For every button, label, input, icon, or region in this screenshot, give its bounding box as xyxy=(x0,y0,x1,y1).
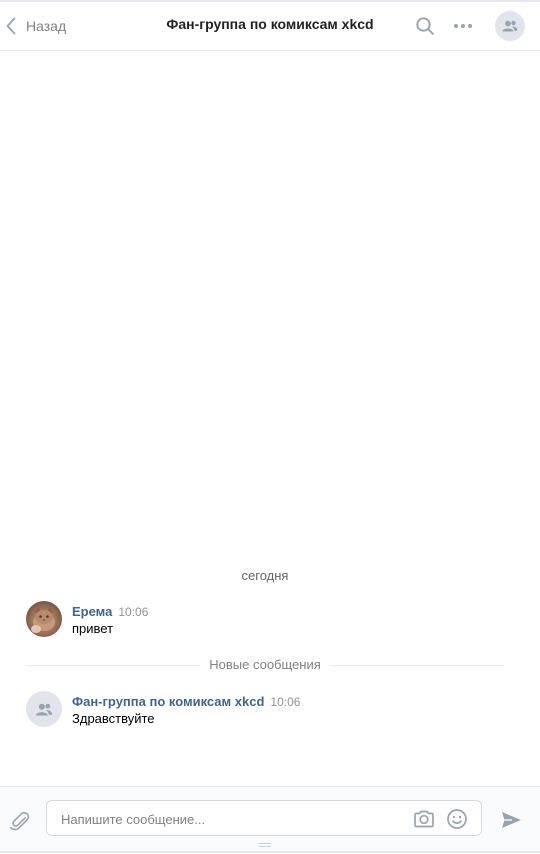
divider-line xyxy=(330,665,504,666)
group-icon xyxy=(35,703,53,715)
chevron-left-icon xyxy=(6,17,16,35)
search-button[interactable] xyxy=(413,14,437,38)
new-messages-divider: Новые сообщения xyxy=(26,657,504,673)
divider-line xyxy=(26,665,200,666)
camera-button[interactable] xyxy=(412,807,436,831)
back-label: Назад xyxy=(26,18,67,34)
more-icon xyxy=(454,24,472,28)
send-button[interactable] xyxy=(499,808,523,832)
emoji-button[interactable] xyxy=(445,807,469,831)
send-icon xyxy=(502,812,521,828)
camera-icon xyxy=(414,810,434,828)
resize-handle[interactable] xyxy=(259,843,271,849)
message-author[interactable]: Фан-группа по комиксам xkcd 10:06 xyxy=(72,694,300,709)
message-text: Здравствуйте xyxy=(72,711,155,726)
message-input[interactable] xyxy=(59,809,403,829)
search-icon xyxy=(416,17,434,35)
attach-button[interactable] xyxy=(8,809,32,833)
message-input-box[interactable] xyxy=(46,800,482,836)
chat-avatar[interactable] xyxy=(495,11,525,41)
author-name[interactable]: Ерема xyxy=(72,604,112,619)
new-messages-label: Новые сообщения xyxy=(209,657,321,672)
message-time[interactable]: 10:06 xyxy=(118,605,148,619)
message-composer xyxy=(0,786,540,854)
smile-icon xyxy=(447,809,467,829)
group-icon xyxy=(502,20,518,32)
cat-avatar-image xyxy=(26,601,62,637)
chat-title: Фан-группа по комиксам xkcd xyxy=(166,16,374,32)
author-avatar[interactable] xyxy=(26,601,62,637)
author-name[interactable]: Фан-группа по комиксам xkcd xyxy=(72,694,264,709)
more-button[interactable] xyxy=(451,14,475,38)
author-avatar[interactable] xyxy=(26,691,62,727)
message-author[interactable]: Ерема 10:06 xyxy=(72,604,148,619)
chat-header: Назад Фан-группа по комиксам xkcd xyxy=(0,2,540,51)
back-button[interactable]: Назад xyxy=(6,15,66,37)
message-text: привет xyxy=(72,621,114,636)
paperclip-icon xyxy=(9,811,30,831)
date-separator: сегодня xyxy=(241,568,289,583)
message-time[interactable]: 10:06 xyxy=(270,695,300,709)
